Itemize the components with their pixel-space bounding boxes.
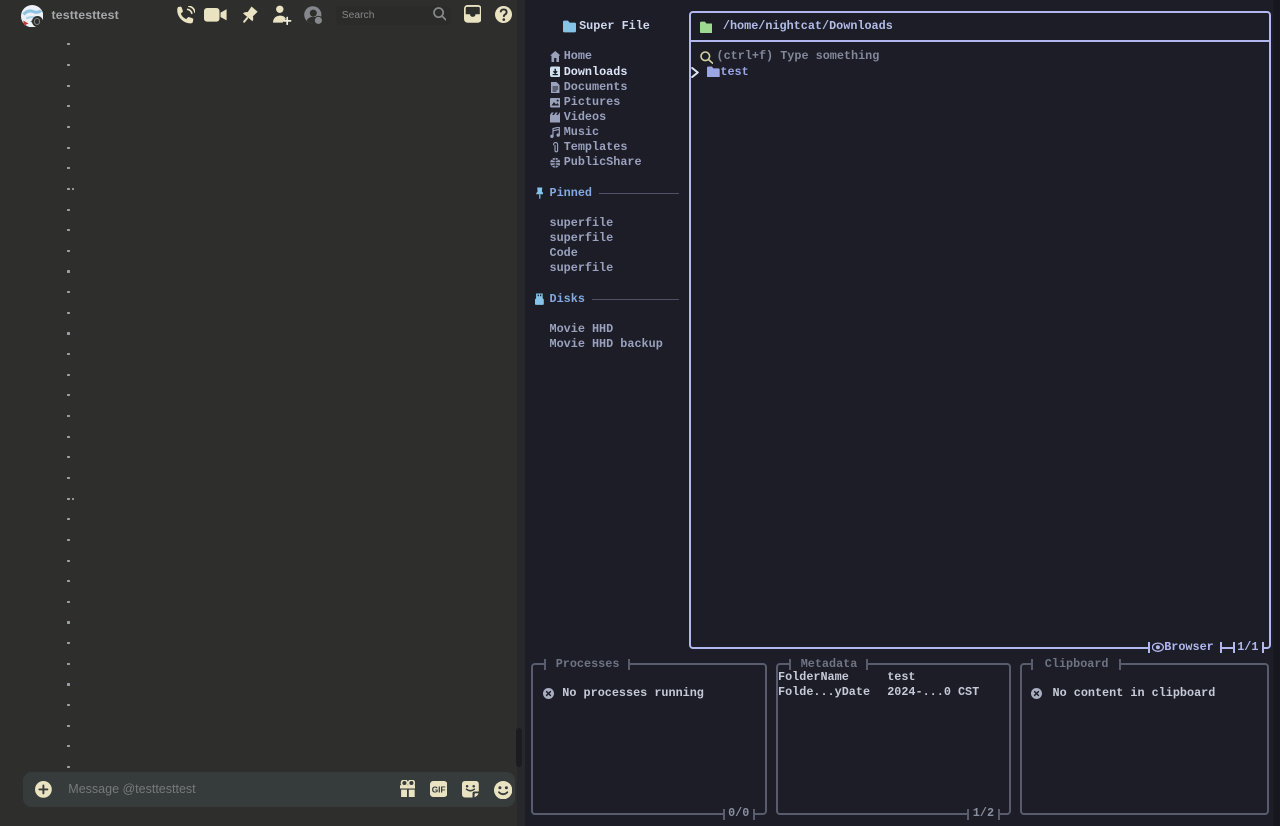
svg-text:GIF: GIF xyxy=(432,785,446,795)
